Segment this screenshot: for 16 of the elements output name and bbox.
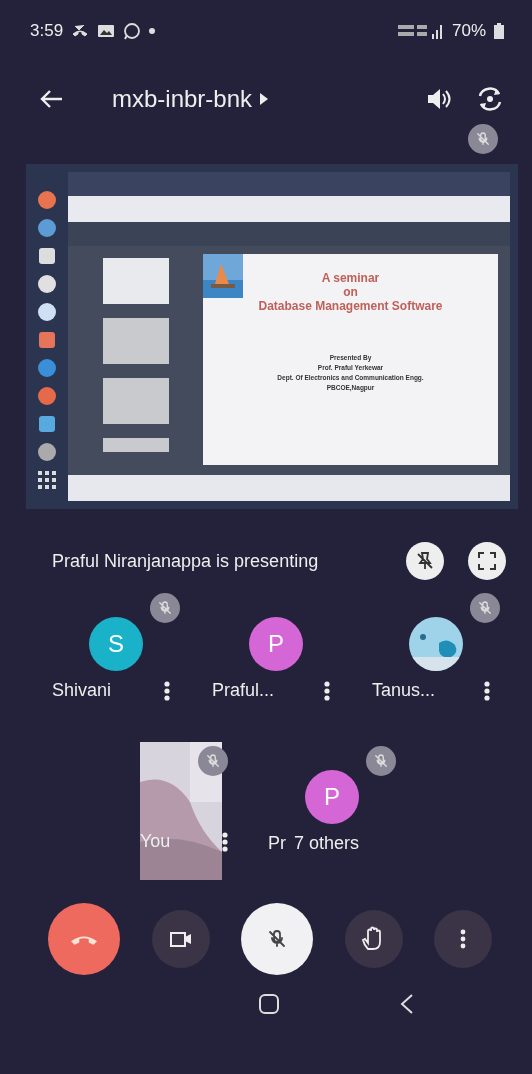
participant-name: Pr bbox=[268, 832, 286, 855]
participant-name: Tanus... bbox=[372, 679, 436, 702]
participant-name: Praful... bbox=[212, 679, 275, 702]
avatar: P bbox=[249, 617, 303, 671]
slide-title: on bbox=[342, 285, 359, 300]
battery-level: 70% bbox=[451, 20, 486, 43]
avatar: S bbox=[89, 617, 143, 671]
slide-title: A seminar bbox=[320, 272, 381, 286]
participant-name: Shivani bbox=[52, 679, 112, 702]
meeting-title[interactable]: mxb-inbr-bnk bbox=[112, 81, 253, 117]
participant-name: 7 others bbox=[294, 832, 360, 855]
clock-time: 3:59 bbox=[30, 20, 64, 43]
slide-title: Database Management Software bbox=[258, 299, 443, 314]
avatar: P bbox=[305, 770, 359, 824]
presenting-text: Praful Niranjanappa is presenting bbox=[52, 549, 319, 573]
participant-name: You bbox=[140, 830, 171, 853]
